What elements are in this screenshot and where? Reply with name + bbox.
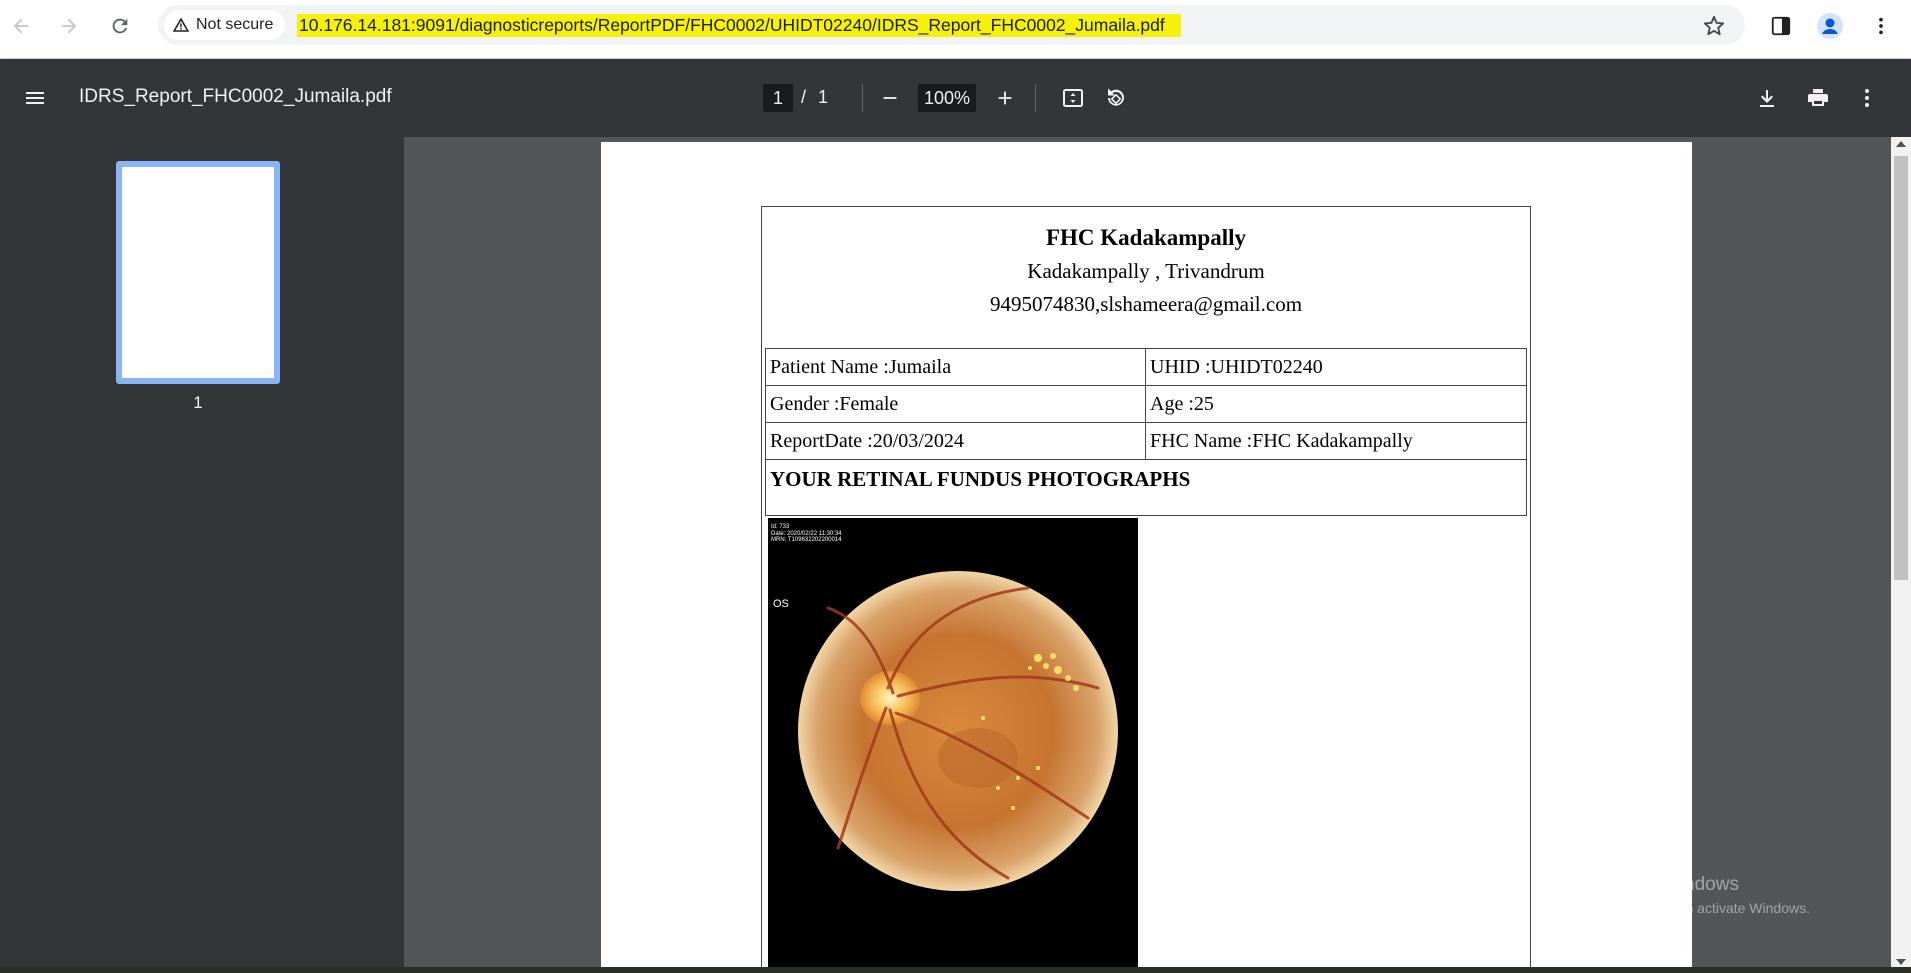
fhc-name: FHC Name :FHC Kadakampally bbox=[1145, 422, 1527, 460]
patient-gender: Gender :Female bbox=[765, 385, 1146, 423]
toolbar-divider bbox=[862, 84, 863, 112]
rotate-counterclockwise-icon bbox=[1108, 88, 1124, 106]
fundus-photograph: Id: 733 Date: 2020/02/22 11:30:34 MRN: T… bbox=[768, 518, 1138, 973]
report-frame: FHC Kadakampally Kadakampally , Trivandr… bbox=[761, 206, 1531, 973]
thumbnail-sidebar: 1 bbox=[0, 137, 404, 973]
more-actions-button[interactable] bbox=[1850, 81, 1884, 115]
download-icon bbox=[1760, 90, 1774, 107]
watermark-subtitle: Go to Settings to activate Windows. bbox=[1589, 900, 1810, 916]
pdf-toolbar: IDRS_Report_FHC0002_Jumaila.pdf 1 / 1 10… bbox=[0, 59, 1911, 137]
eye-label: OS bbox=[773, 598, 789, 610]
report-date: ReportDate :20/03/2024 bbox=[765, 422, 1146, 460]
side-panel-button[interactable] bbox=[1765, 10, 1797, 42]
table-row: YOUR RETINAL FUNDUS PHOTOGRAPHS bbox=[765, 459, 1527, 516]
page-number-input[interactable]: 1 bbox=[763, 84, 793, 112]
table-row: Patient Name :Jumaila UHID :UHIDT02240 bbox=[765, 348, 1527, 386]
vertical-scrollbar[interactable] bbox=[1891, 137, 1911, 973]
document-title: IDRS_Report_FHC0002_Jumaila.pdf bbox=[79, 86, 392, 107]
page-separator: / bbox=[801, 87, 807, 107]
patient-uhid: UHID :UHIDT02240 bbox=[1145, 348, 1527, 386]
forward-button[interactable] bbox=[53, 10, 85, 42]
side-panel-icon bbox=[1771, 16, 1791, 36]
thumbnail-page-number: 1 bbox=[193, 393, 203, 412]
zoom-out-button[interactable] bbox=[873, 81, 907, 115]
star-outline-icon bbox=[1703, 15, 1725, 36]
scrollbar-thumb[interactable] bbox=[1894, 156, 1908, 580]
table-row: ReportDate :20/03/2024 FHC Name :FHC Kad… bbox=[765, 422, 1527, 460]
reload-icon bbox=[112, 18, 128, 34]
bookmark-button[interactable] bbox=[1698, 10, 1730, 42]
reload-button[interactable] bbox=[104, 10, 136, 42]
printer-icon bbox=[1808, 89, 1828, 106]
windows-activation-watermark: Activate Windows Go to Settings to activ… bbox=[1589, 874, 1810, 916]
retina-image bbox=[798, 571, 1118, 891]
more-vertical-icon bbox=[1879, 17, 1883, 35]
zoom-in-button[interactable] bbox=[988, 81, 1022, 115]
minus-icon bbox=[883, 97, 897, 99]
fundus-meta-line: MRN: T109632202200014 bbox=[771, 537, 842, 543]
scroll-up-arrow-icon[interactable] bbox=[1896, 141, 1906, 147]
address-bar[interactable]: Not secure 10.176.14.181:9091/diagnostic… bbox=[158, 5, 1745, 45]
arrow-right-icon bbox=[61, 18, 77, 34]
patient-age: Age :25 bbox=[1145, 385, 1527, 423]
chrome-menu-button[interactable] bbox=[1865, 10, 1897, 42]
taskbar-edge bbox=[0, 967, 1911, 973]
pdf-page: FHC Kadakampally Kadakampally , Trivandr… bbox=[601, 142, 1692, 973]
patient-name: Patient Name :Jumaila bbox=[765, 348, 1146, 386]
avatar-icon bbox=[1817, 13, 1843, 39]
patient-info-table: Patient Name :Jumaila UHID :UHIDT02240 G… bbox=[765, 348, 1527, 516]
sidebar-menu-button[interactable] bbox=[18, 81, 52, 115]
toolbar-divider bbox=[1035, 84, 1036, 112]
arrow-left-icon bbox=[13, 18, 29, 34]
facility-name: FHC Kadakampally bbox=[1045, 225, 1246, 250]
download-button[interactable] bbox=[1750, 81, 1784, 115]
zoom-level-input[interactable]: 100% bbox=[918, 84, 976, 112]
print-button[interactable] bbox=[1801, 81, 1835, 115]
fundus-metadata: Id: 733 Date: 2020/02/22 11:30:34 MRN: T… bbox=[771, 524, 842, 544]
profile-button[interactable] bbox=[1814, 10, 1846, 42]
plus-icon bbox=[998, 91, 1012, 105]
back-button[interactable] bbox=[5, 10, 37, 42]
more-vertical-icon bbox=[1865, 89, 1869, 107]
section-title: YOUR RETINAL FUNDUS PHOTOGRAPHS bbox=[765, 459, 1527, 516]
facility-contact: 9495074830,slshameera@gmail.com bbox=[989, 292, 1303, 316]
table-row: Gender :Female Age :25 bbox=[765, 385, 1527, 423]
fit-page-icon bbox=[1063, 89, 1083, 107]
rotate-button[interactable] bbox=[1099, 81, 1133, 115]
browser-toolbar: Not secure 10.176.14.181:9091/diagnostic… bbox=[0, 0, 1911, 59]
page-total: 1 bbox=[818, 87, 829, 107]
scroll-down-arrow-icon[interactable] bbox=[1896, 959, 1906, 965]
facility-address: Kadakampally , Trivandrum bbox=[1027, 259, 1265, 283]
security-label: Not secure bbox=[196, 16, 274, 33]
hamburger-menu-icon bbox=[26, 92, 44, 104]
url-text[interactable]: 10.176.14.181:9091/diagnosticreports/Rep… bbox=[297, 14, 1181, 37]
page-thumbnail[interactable] bbox=[116, 161, 280, 384]
security-chip[interactable]: Not secure bbox=[164, 10, 286, 40]
warning-icon bbox=[172, 17, 190, 32]
fit-to-page-button[interactable] bbox=[1056, 81, 1090, 115]
watermark-title: Activate Windows bbox=[1589, 874, 1739, 895]
pdf-viewer: FHC Kadakampally Kadakampally , Trivandr… bbox=[404, 137, 1891, 973]
